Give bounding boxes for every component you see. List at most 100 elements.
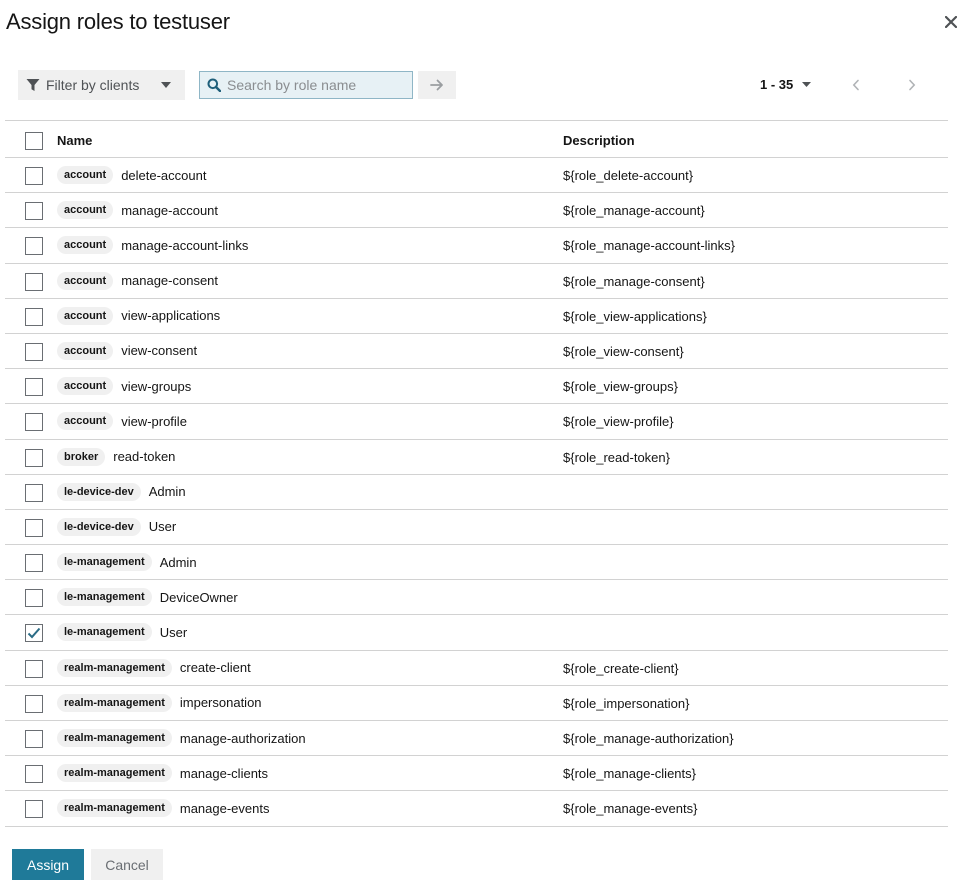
search-box (199, 71, 413, 99)
role-name-cell: realm-management manage-authorization (57, 729, 306, 747)
row-checkbox[interactable] (25, 413, 43, 432)
role-name-cell: account manage-account-links (57, 236, 249, 255)
role-name-cell: account view-groups (57, 377, 192, 396)
row-checkbox[interactable] (25, 659, 43, 678)
row-checkbox[interactable] (25, 589, 43, 608)
row-checkbox[interactable] (25, 378, 43, 397)
caret-down-icon (161, 82, 171, 88)
select-all-checkbox[interactable] (25, 132, 43, 150)
row-checkbox[interactable] (25, 624, 43, 643)
role-name: Admin (148, 484, 186, 500)
assign-button[interactable]: Assign (12, 849, 84, 880)
row-checkbox[interactable] (25, 483, 43, 502)
role-name-cell: le-device-dev User (57, 517, 176, 536)
role-name: Admin (159, 554, 197, 570)
role-name-cell: account manage-account (57, 201, 218, 220)
role-name-cell: realm-management manage-events (57, 799, 270, 818)
table-row: realm-management manage-clients ${role_man… (5, 756, 948, 792)
client-badge: le-management (57, 553, 152, 572)
role-name: view-profile (121, 413, 187, 429)
role-description: ${role_impersonation} (563, 695, 690, 711)
role-name: delete-account (121, 167, 207, 183)
pagination-range-dropdown[interactable]: 1 - 35 (760, 77, 812, 92)
table-row: account manage-consent ${role_manage-conse… (5, 264, 948, 299)
client-badge: account (57, 166, 114, 184)
role-name-cell: account delete-account (57, 166, 206, 184)
role-name: manage-authorization (179, 730, 306, 746)
row-checkbox[interactable] (25, 694, 43, 713)
column-header-name: Name (57, 133, 93, 148)
role-description: ${role_create-client} (563, 660, 679, 676)
role-name-cell: broker read-token (57, 447, 175, 466)
role-name-cell: le-device-dev Admin (57, 482, 186, 501)
row-checkbox[interactable] (25, 448, 43, 467)
table-body: account delete-account ${role_delete-accou… (5, 158, 948, 827)
row-checkbox[interactable] (25, 800, 43, 819)
roles-table: Name Description account delete-account ${… (5, 120, 948, 827)
table-row: le-device-dev User (5, 510, 948, 546)
row-checkbox[interactable] (25, 730, 43, 748)
checkmark-icon (27, 628, 41, 639)
role-description: ${role_manage-authorization} (563, 731, 734, 746)
row-checkbox[interactable] (25, 342, 43, 361)
client-badge: le-device-dev (57, 517, 141, 536)
close-icon[interactable] (945, 16, 957, 28)
filter-by-clients-dropdown[interactable]: Filter by clients (18, 70, 185, 100)
table-row: account manage-account-links ${role_manage… (5, 228, 948, 264)
role-name-cell: account view-consent (57, 341, 198, 360)
client-badge: realm-management (57, 658, 172, 677)
client-badge: realm-management (57, 799, 172, 818)
close-button[interactable] (941, 12, 961, 32)
table-row: account view-consent ${role_view-consent} (5, 334, 948, 370)
client-badge: le-device-dev (57, 482, 141, 501)
role-description: ${role_manage-account} (563, 203, 705, 219)
client-badge: realm-management (57, 764, 172, 783)
table-row: account view-groups ${role_view-groups} (5, 369, 948, 405)
toolbar: Filter by clients 1 - 35 (18, 70, 948, 100)
role-name: view-applications (121, 308, 221, 324)
role-description: ${role_view-applications} (563, 308, 707, 324)
role-name-cell: realm-management create-client (57, 658, 251, 677)
previous-page-button[interactable] (846, 74, 866, 96)
table-row: le-device-dev Admin (5, 475, 948, 510)
modal-title: Assign roles to testuser (6, 9, 230, 34)
search-input[interactable] (227, 77, 407, 93)
table-row: realm-management impersonation ${role_impe… (5, 686, 948, 721)
client-badge: broker (57, 447, 106, 466)
next-page-button[interactable] (902, 74, 922, 96)
caret-down-icon (802, 82, 812, 87)
table-row: account view-profile ${role_view-profile} (5, 404, 948, 440)
role-name: view-consent (121, 343, 198, 359)
table-row: account manage-account ${role_manage-accou… (5, 193, 948, 229)
search-submit-button[interactable] (418, 71, 456, 99)
table-row: account delete-account ${role_delete-accou… (5, 158, 948, 194)
row-checkbox[interactable] (25, 518, 43, 537)
row-checkbox[interactable] (25, 765, 43, 784)
role-name: manage-consent (121, 273, 219, 289)
role-name: view-groups (121, 378, 192, 394)
role-name: impersonation (179, 695, 262, 711)
row-checkbox[interactable] (25, 272, 43, 291)
row-checkbox[interactable] (25, 202, 43, 221)
row-checkbox[interactable] (25, 237, 43, 256)
cancel-button[interactable]: Cancel (91, 849, 163, 880)
role-name: manage-account-links (121, 237, 249, 253)
row-checkbox[interactable] (25, 307, 43, 326)
arrow-right-icon (430, 79, 443, 91)
table-row: realm-management manage-events ${role_mana… (5, 791, 948, 827)
role-name: DeviceOwner (159, 589, 238, 605)
column-header-description: Description (563, 133, 635, 148)
row-checkbox[interactable] (25, 167, 43, 185)
table-row: le-management DeviceOwner (5, 580, 948, 616)
client-badge: account (57, 377, 114, 396)
client-badge: realm-management (57, 693, 172, 712)
role-name-cell: le-management Admin (57, 553, 197, 572)
role-name-cell: account view-profile (57, 412, 187, 431)
chevron-left-icon (852, 79, 859, 91)
row-checkbox[interactable] (25, 554, 43, 573)
role-name: manage-events (179, 800, 270, 816)
client-badge: account (57, 306, 114, 325)
client-badge: account (57, 271, 114, 290)
table-header: Name Description (5, 120, 948, 158)
role-name-cell: le-management User (57, 623, 187, 642)
